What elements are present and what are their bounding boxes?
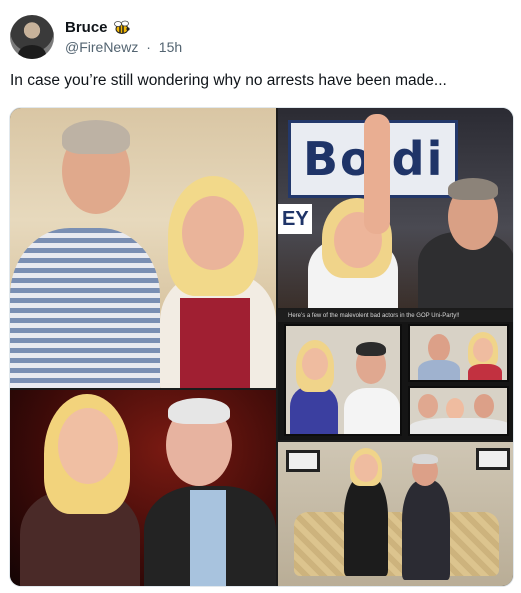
tweet-card: Bruce @FireNewz · 15h In case you’re sti… <box>0 0 521 593</box>
display-name-row: Bruce <box>65 19 182 37</box>
person-figure <box>468 364 502 380</box>
person-hair <box>448 178 498 200</box>
media-collage[interactable]: Bo di EY Here’s a few of the malevolent … <box>9 107 514 587</box>
person-head <box>182 196 244 270</box>
person-head <box>58 408 118 484</box>
raised-arms <box>364 114 390 234</box>
mini-photo-3 <box>408 386 509 436</box>
person-head <box>418 394 438 418</box>
bee-icon <box>112 20 132 36</box>
person-hair <box>62 120 130 154</box>
separator-dot: · <box>146 38 151 55</box>
person-figure <box>290 386 338 434</box>
person-figure <box>344 476 388 576</box>
person-hair <box>356 342 386 356</box>
person-head <box>302 348 328 380</box>
person-figure <box>10 228 160 388</box>
person-head <box>474 394 494 418</box>
person-figure <box>418 360 460 380</box>
dress-detail <box>180 298 250 388</box>
person-head <box>446 398 464 420</box>
tweet-header: Bruce @FireNewz · 15h <box>10 12 182 62</box>
photo-panel-1 <box>10 108 276 388</box>
meta-row: @FireNewz · 15h <box>65 39 182 56</box>
photo-panel-2: Bo di EY <box>278 108 513 308</box>
shirt-detail <box>190 490 226 586</box>
wall-frame <box>476 448 510 470</box>
collage-caption: Here’s a few of the malevolent bad actor… <box>278 310 513 322</box>
person-head <box>473 338 493 362</box>
wall-frame <box>286 450 320 472</box>
photo-panel-4: Here’s a few of the malevolent bad actor… <box>278 310 513 440</box>
person-figure <box>344 388 400 434</box>
person-head <box>428 334 450 362</box>
person-hair <box>412 454 438 464</box>
mini-photo-1 <box>284 324 402 436</box>
display-name[interactable]: Bruce <box>65 19 108 37</box>
person-head <box>354 454 378 482</box>
photo-panel-3 <box>10 390 276 586</box>
timestamp[interactable]: 15h <box>159 39 182 55</box>
author-block: Bruce @FireNewz · 15h <box>65 19 182 56</box>
person-hair <box>168 398 230 424</box>
sign-sub: EY <box>278 204 312 234</box>
handle[interactable]: @FireNewz <box>65 39 138 55</box>
tweet-text: In case you’re still wondering why no ar… <box>10 72 447 89</box>
person-figure <box>402 480 450 580</box>
person-figure <box>410 418 507 434</box>
mini-photo-2 <box>408 324 509 382</box>
photo-panel-5 <box>278 442 513 586</box>
avatar[interactable] <box>10 15 54 59</box>
couch <box>294 512 499 576</box>
